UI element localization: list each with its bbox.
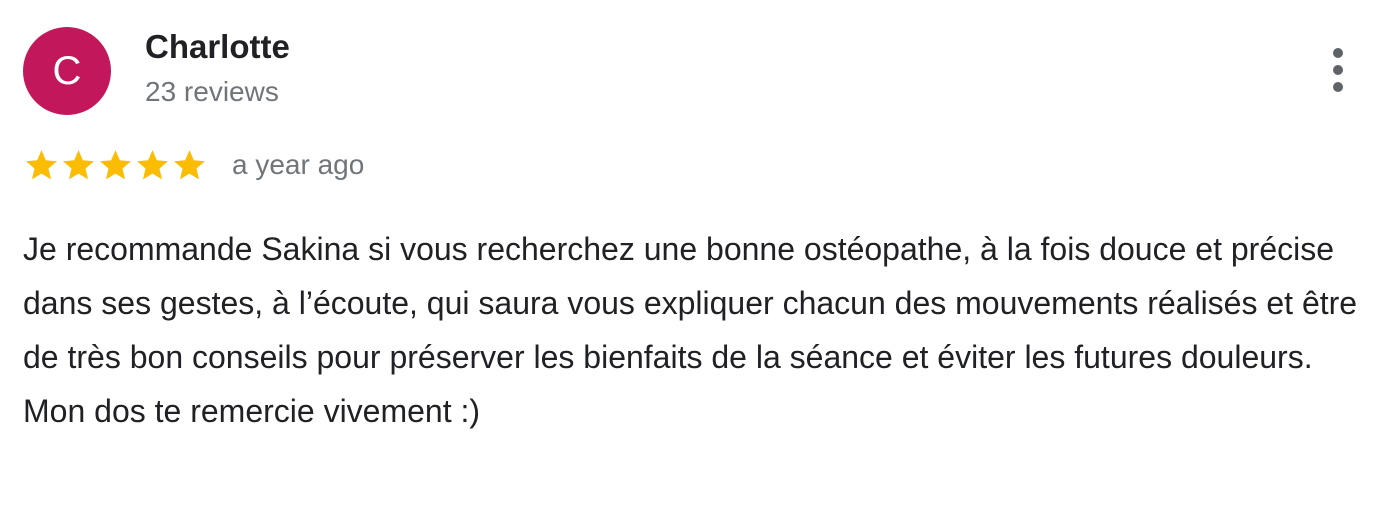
menu-dot	[1333, 82, 1343, 92]
more-vert-icon[interactable]	[1318, 42, 1358, 98]
star-rating	[23, 145, 208, 185]
avatar[interactable]: C	[23, 27, 111, 115]
menu-dot	[1333, 48, 1343, 58]
star-icon	[137, 149, 168, 179]
star-icon	[26, 149, 57, 179]
reviewer-review-count[interactable]: 23 reviews	[145, 75, 279, 109]
review-time-ago: a year ago	[232, 149, 365, 180]
star-icon	[174, 149, 205, 179]
star-icon	[63, 149, 94, 179]
star-icon	[100, 149, 131, 179]
menu-dot	[1333, 65, 1343, 75]
reviewer-name[interactable]: Charlotte	[145, 27, 290, 67]
review-text: Je recommande Sakina si vous recherchez …	[23, 231, 1358, 429]
